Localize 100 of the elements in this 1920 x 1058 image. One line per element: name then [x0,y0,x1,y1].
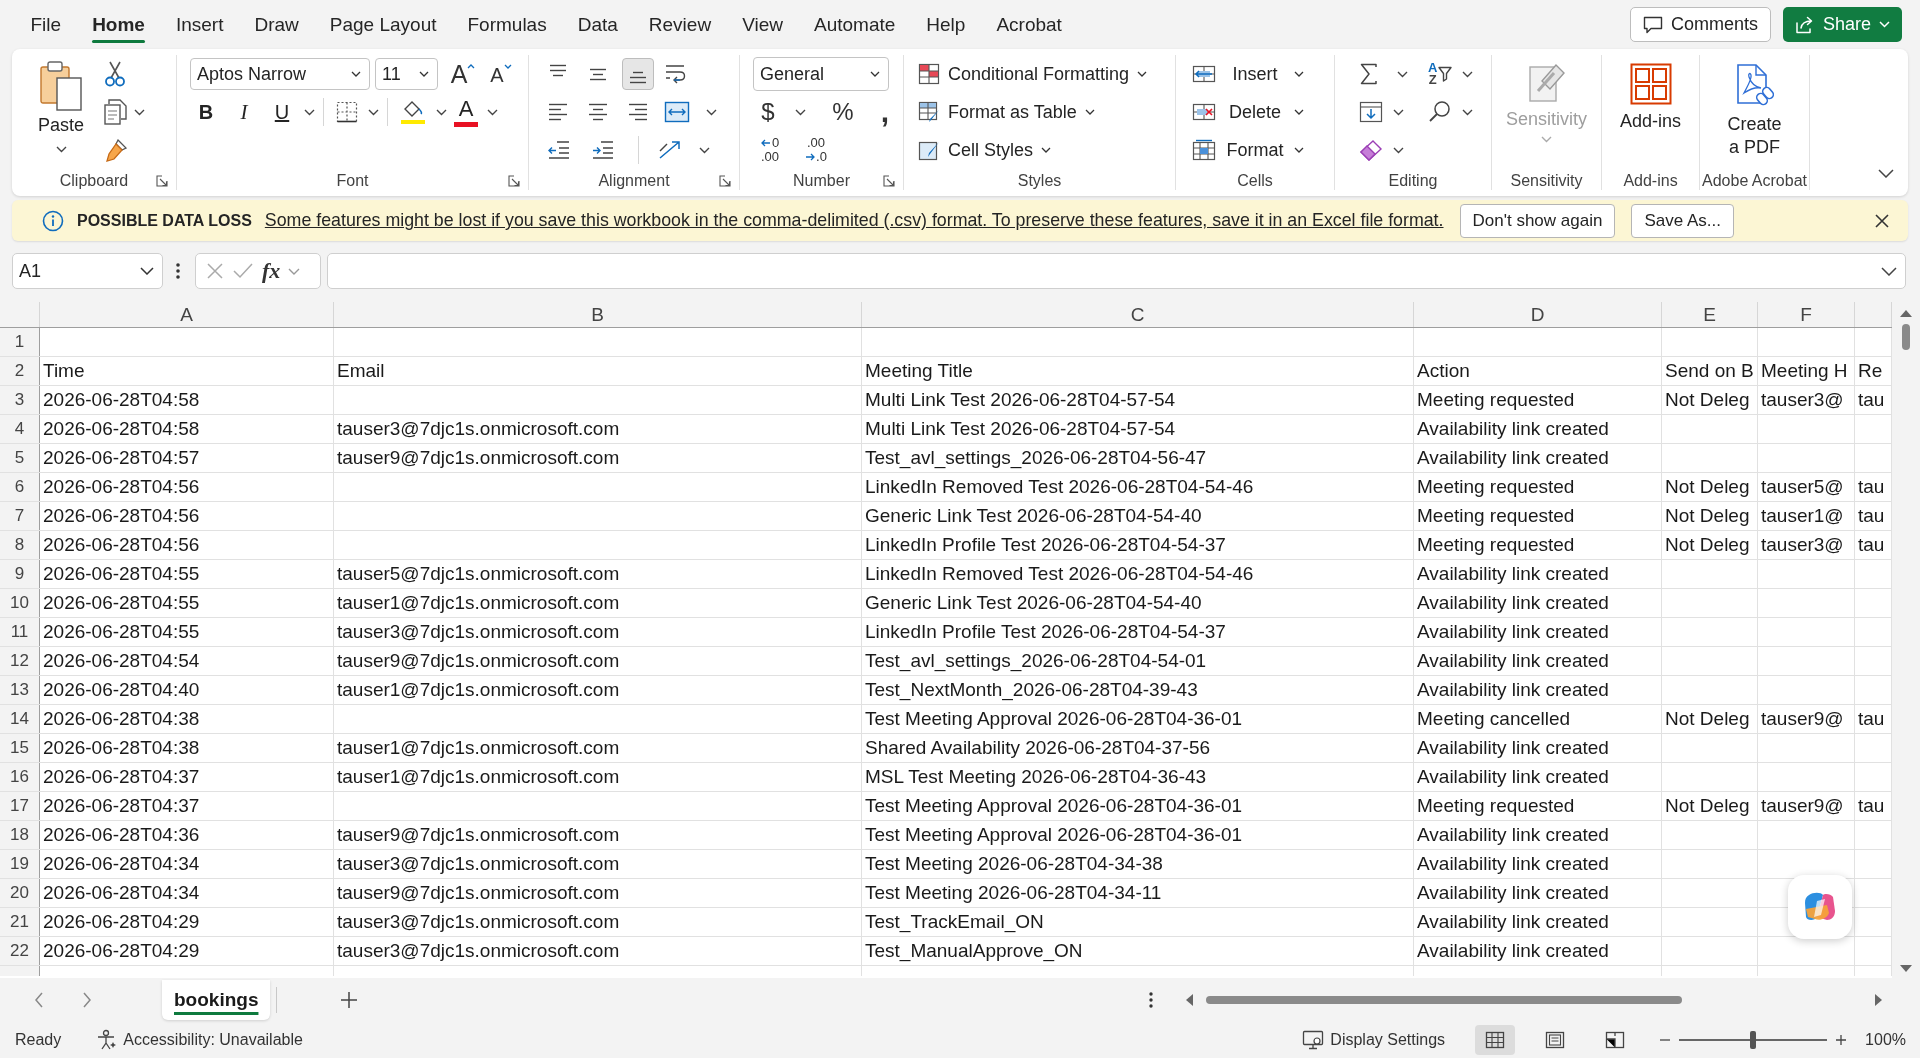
row-header[interactable]: 5 [0,444,40,472]
ribbon-tab[interactable]: File [15,0,77,49]
ribbon-tab[interactable]: Data [562,0,634,49]
ribbon-tab[interactable]: Acrobat [980,0,1078,49]
normal-view-button[interactable] [1475,1025,1516,1055]
chevron-down-icon[interactable] [1878,169,1894,178]
scroll-down-icon[interactable] [1899,964,1913,974]
caret-icon[interactable] [487,108,498,116]
caret-icon[interactable] [1462,108,1473,116]
row-header[interactable]: 16 [0,763,40,791]
shrink-font-button[interactable]: A [484,58,518,90]
scrollbar-thumb[interactable] [1902,324,1910,350]
row-header[interactable]: 7 [0,502,40,530]
scroll-left-icon[interactable] [1184,993,1195,1007]
column-header[interactable]: D [1414,302,1662,327]
ribbon-tab[interactable]: View [726,0,799,49]
dialog-launcher-icon[interactable] [883,174,895,187]
bold-button[interactable]: B [190,96,222,128]
chevron-right-icon[interactable] [82,992,92,1008]
dont-show-again-button[interactable]: Don't show again [1459,203,1616,238]
fill-down-icon[interactable] [1359,101,1383,123]
caret-icon[interactable] [134,108,145,116]
currency-button[interactable]: $ [753,96,783,128]
row-header[interactable]: 6 [0,473,40,501]
increase-indent-icon[interactable] [591,139,615,161]
row-header[interactable]: 1 [0,328,40,356]
person-icon[interactable] [95,1029,118,1051]
diagonal-arrow-icon[interactable] [657,139,683,161]
grow-font-button[interactable]: A [446,58,480,90]
ribbon-tab[interactable]: Review [633,0,727,49]
styles-menu-button[interactable]: Conditional Formatting [918,58,1148,90]
check-icon[interactable] [232,262,254,280]
scrollbar-thumb[interactable] [1206,996,1683,1004]
row-header[interactable]: 4 [0,415,40,443]
display-settings-button[interactable]: Display Settings [1302,1030,1446,1050]
row-header[interactable]: 3 [0,386,40,414]
more-options-icon[interactable] [175,261,181,281]
create-pdf-button[interactable]: Create a PDF [1723,63,1786,159]
borders-icon[interactable] [336,101,358,123]
ribbon-tab[interactable]: Page Layout [314,0,452,49]
plus-icon[interactable] [340,991,359,1009]
styles-menu-button[interactable]: Cell Styles [918,134,1052,166]
cells-menu-button[interactable]: Format [1192,134,1304,166]
row-header[interactable]: 12 [0,647,40,675]
italic-button[interactable]: I [228,96,260,128]
ribbon-tab[interactable]: Draw [238,0,315,49]
more-options-icon[interactable] [1148,991,1155,1009]
row-header[interactable]: 2 [0,357,40,385]
column-header[interactable]: C [862,302,1414,327]
percent-button[interactable]: % [828,96,858,128]
column-header[interactable]: B [334,302,862,327]
caret-icon[interactable] [436,108,447,116]
ribbon-tab[interactable]: Help [910,0,981,49]
row-header[interactable]: 20 [0,879,40,907]
cells-menu-button[interactable]: Delete [1192,96,1304,128]
close-icon[interactable] [1874,212,1890,229]
row-header[interactable]: 15 [0,734,40,762]
zoom-level[interactable]: 100% [1865,1031,1906,1049]
row-header[interactable]: 14 [0,705,40,733]
caret-icon[interactable] [304,108,315,116]
font-color-button[interactable]: A [451,96,481,128]
scroll-up-icon[interactable] [1899,308,1913,318]
chevron-left-icon[interactable] [34,992,44,1008]
column-header[interactable]: E [1662,302,1758,327]
column-header[interactable]: F [1758,302,1855,327]
column-header[interactable]: A [40,302,334,327]
wrap-text-icon[interactable] [664,63,688,85]
search-icon[interactable] [1428,100,1452,124]
decrease-decimal-button[interactable]: .00 .0 [799,134,833,166]
number-format-dropdown[interactable]: General [753,57,889,91]
paintbrush-icon[interactable] [104,138,128,162]
plus-icon[interactable] [1835,1034,1848,1046]
name-box[interactable]: A1 [12,253,163,289]
comma-style-button[interactable]: , [870,96,900,128]
align-bottom-button[interactable] [622,58,654,90]
font-name-dropdown[interactable]: Aptos Narrow [190,58,370,90]
save-as-button[interactable]: Save As... [1631,203,1734,238]
caret-icon[interactable] [1393,108,1404,116]
caret-icon[interactable] [699,146,710,154]
styles-menu-button[interactable]: Format as Table [918,96,1095,128]
increase-decimal-button[interactable]: 0 .00 [753,134,787,166]
row-header[interactable]: 19 [0,850,40,878]
dialog-launcher-icon[interactable] [719,174,731,187]
row-header[interactable]: 13 [0,676,40,704]
scissors-icon[interactable] [104,61,126,87]
add-ins-button[interactable]: Add-ins [1620,63,1681,132]
caret-icon[interactable] [368,108,379,116]
row-header[interactable]: 17 [0,792,40,820]
cells-menu-button[interactable]: Insert [1192,58,1304,90]
row-header[interactable]: 22 [0,937,40,965]
ribbon-tab[interactable]: Automate [798,0,911,49]
caret-icon[interactable] [706,108,717,116]
caret-icon[interactable] [1462,70,1474,78]
paint-bucket-icon[interactable] [400,99,426,125]
caret-icon[interactable] [1393,146,1404,154]
row-header[interactable]: 18 [0,821,40,849]
zoom-slider-thumb[interactable] [1750,1031,1757,1049]
caret-icon[interactable] [1397,70,1408,78]
row-header[interactable]: 8 [0,531,40,559]
copy-icon[interactable] [104,99,128,125]
